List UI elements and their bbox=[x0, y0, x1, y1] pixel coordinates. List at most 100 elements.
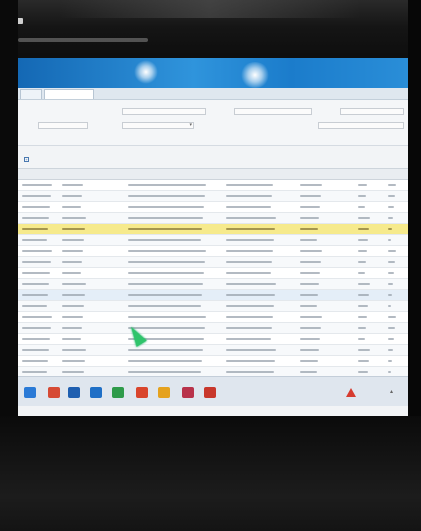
table-cell bbox=[388, 206, 394, 208]
tray-arrow-icon[interactable]: ▴ bbox=[390, 388, 393, 395]
table-cell bbox=[62, 283, 86, 285]
table-row[interactable] bbox=[18, 180, 408, 191]
table-cell bbox=[388, 305, 391, 307]
filter-input[interactable] bbox=[122, 108, 206, 115]
taskbar-app-icon[interactable] bbox=[112, 387, 124, 398]
table-cell bbox=[128, 371, 201, 373]
taskbar-app-icon[interactable] bbox=[204, 387, 216, 398]
table-cell bbox=[62, 206, 81, 208]
table-row[interactable] bbox=[18, 246, 408, 257]
table-row[interactable] bbox=[18, 268, 408, 279]
filter-input[interactable] bbox=[340, 108, 404, 115]
taskbar-app-icon[interactable] bbox=[24, 387, 36, 398]
table-cell bbox=[388, 228, 392, 230]
table-cell bbox=[128, 228, 202, 230]
filter-input[interactable] bbox=[38, 122, 88, 129]
table-row[interactable] bbox=[18, 323, 408, 334]
table-cell bbox=[388, 327, 395, 329]
table-cell bbox=[226, 349, 276, 351]
table-cell bbox=[388, 261, 395, 263]
table-row[interactable] bbox=[18, 257, 408, 268]
filter-input[interactable] bbox=[318, 122, 404, 129]
table-cell bbox=[22, 327, 51, 329]
table-cell bbox=[388, 283, 393, 285]
table-cell bbox=[388, 217, 393, 219]
table-cell bbox=[22, 338, 50, 340]
tab-home[interactable] bbox=[20, 89, 42, 99]
table-cell bbox=[358, 360, 369, 362]
table-cell bbox=[358, 371, 368, 373]
table-cell bbox=[300, 305, 317, 307]
table-cell bbox=[300, 195, 321, 197]
table-cell bbox=[358, 338, 365, 340]
table-cell bbox=[300, 239, 317, 241]
table-cell bbox=[22, 239, 47, 241]
table-cell bbox=[388, 184, 396, 186]
table-cell bbox=[22, 195, 51, 197]
table-row[interactable] bbox=[18, 213, 408, 224]
table-cell bbox=[300, 250, 322, 252]
grid-toolbar: + bbox=[18, 154, 408, 164]
table-row[interactable] bbox=[18, 235, 408, 246]
table-cell bbox=[226, 283, 276, 285]
taskbar-app-icon[interactable] bbox=[136, 387, 148, 398]
monitor-screen: + ▴ bbox=[18, 58, 408, 416]
table-cell bbox=[226, 217, 276, 219]
taskbar-app-icon[interactable] bbox=[182, 387, 194, 398]
warning-icon[interactable] bbox=[346, 388, 356, 397]
table-cell bbox=[62, 228, 85, 230]
table-row[interactable] bbox=[18, 224, 408, 235]
table-row[interactable] bbox=[18, 191, 408, 202]
table-cell bbox=[226, 371, 274, 373]
table-cell bbox=[226, 184, 273, 186]
screen-glare bbox=[240, 62, 270, 88]
taskbar-app-icon[interactable] bbox=[158, 387, 170, 398]
taskbar-app-icon[interactable] bbox=[48, 387, 60, 398]
table-cell bbox=[358, 305, 368, 307]
table-cell bbox=[388, 272, 394, 274]
table-cell bbox=[388, 294, 392, 296]
table-cell bbox=[388, 338, 394, 340]
taskbar-app-icon[interactable] bbox=[68, 387, 80, 398]
table-cell bbox=[22, 206, 50, 208]
table-cell bbox=[22, 217, 49, 219]
table-cell bbox=[358, 283, 370, 285]
table-cell bbox=[128, 239, 201, 241]
table-row[interactable] bbox=[18, 202, 408, 213]
table-cell bbox=[128, 272, 204, 274]
table-row[interactable] bbox=[18, 356, 408, 367]
table-cell bbox=[358, 349, 370, 351]
table-cell bbox=[22, 305, 47, 307]
filter-input[interactable] bbox=[234, 108, 312, 115]
table-row[interactable] bbox=[18, 345, 408, 356]
table-cell bbox=[226, 239, 274, 241]
table-cell bbox=[62, 195, 82, 197]
table-cell bbox=[128, 217, 203, 219]
add-icon[interactable]: + bbox=[24, 156, 29, 162]
table-cell bbox=[62, 250, 83, 252]
table-cell bbox=[388, 349, 393, 351]
table-cell bbox=[300, 371, 317, 373]
table-cell bbox=[22, 371, 47, 373]
table-row[interactable] bbox=[18, 334, 408, 345]
table-row[interactable] bbox=[18, 312, 408, 323]
table-row[interactable] bbox=[18, 279, 408, 290]
table-cell bbox=[358, 217, 370, 219]
taskbar-app-icon[interactable] bbox=[90, 387, 102, 398]
table-cell bbox=[22, 272, 50, 274]
tab-strip bbox=[18, 88, 408, 100]
table-cell bbox=[388, 250, 396, 252]
table-cell bbox=[358, 184, 367, 186]
monitor-top-bezel bbox=[0, 0, 421, 60]
tab-current-page[interactable] bbox=[44, 89, 94, 99]
table-cell bbox=[226, 250, 273, 252]
filter-dropdown[interactable] bbox=[122, 122, 194, 129]
table-cell bbox=[388, 371, 391, 373]
table-row[interactable] bbox=[18, 290, 408, 301]
table-cell bbox=[388, 239, 391, 241]
table-cell bbox=[62, 217, 86, 219]
table-cell bbox=[388, 316, 396, 318]
table-cell bbox=[62, 239, 84, 241]
table-cell bbox=[226, 195, 272, 197]
table-row[interactable] bbox=[18, 301, 408, 312]
